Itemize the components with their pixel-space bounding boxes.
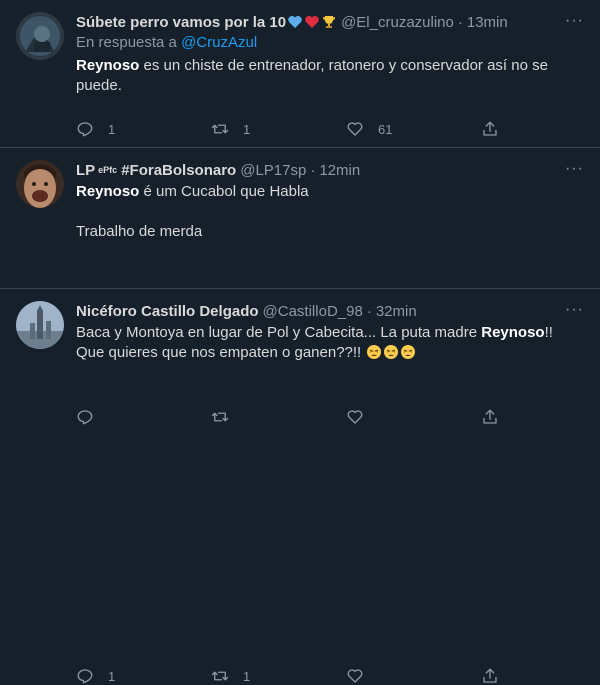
heart-icon: [347, 122, 363, 136]
tweet[interactable]: LP ePfc #ForaBolsonaro @LP17sp · 12min R…: [0, 148, 600, 425]
share-button[interactable]: [481, 667, 499, 685]
replying-to: En respuesta a @CruzAzul: [76, 34, 584, 54]
reply-count: 1: [108, 121, 116, 137]
separator-dot: ·: [310, 161, 316, 179]
reply-count: 1: [108, 668, 116, 684]
name-hashtag[interactable]: #ForaBolsonaro: [121, 162, 236, 179]
tweet[interactable]: Nicéforo Castillo Delgado @CastilloD_98 …: [0, 289, 600, 684]
bold-mention: Reynoso: [76, 183, 140, 200]
blue-heart-icon: [288, 16, 302, 28]
tired-face-icon: [367, 345, 382, 359]
tweet-text: Baca y Montoya en lugar de Pol y Cabecit…: [76, 323, 584, 363]
retweet-icon: [211, 124, 229, 134]
text-start: Baca y Montoya en lugar de Pol y Cabecit…: [76, 324, 482, 341]
like-count: 61: [378, 121, 393, 137]
name-superscript: ePfc: [98, 165, 118, 175]
red-heart-icon: [305, 16, 319, 28]
display-name[interactable]: Súbete perro vamos por la 10: [76, 14, 286, 31]
separator-dot: ·: [366, 302, 372, 320]
retweet-button[interactable]: 1: [211, 667, 346, 685]
trophy-icon: [323, 16, 336, 28]
share-button[interactable]: [481, 120, 499, 138]
retweet-button[interactable]: [211, 408, 346, 426]
share-icon: [483, 409, 497, 424]
replying-prefix: En respuesta a: [76, 34, 177, 51]
handle[interactable]: @LP17sp: [240, 162, 306, 179]
retweet-icon: [211, 671, 229, 681]
tweet-actions: [76, 408, 584, 426]
retweet-count: 1: [243, 121, 251, 137]
bold-mention: Reynoso: [76, 57, 140, 74]
avatar[interactable]: [16, 12, 64, 60]
tweet-actions: 1 1: [76, 667, 584, 685]
tweet-actions: 1 1 61: [76, 120, 584, 138]
bold-mention: Reynoso: [481, 324, 545, 341]
more-options-icon[interactable]: ···: [565, 12, 584, 30]
tweet-text: Reynoso es un chiste de entrenador, rato…: [76, 56, 584, 96]
display-name[interactable]: LP: [76, 162, 95, 179]
avatar[interactable]: [16, 301, 64, 349]
more-options-icon[interactable]: ···: [565, 160, 584, 178]
share-icon: [483, 121, 497, 136]
like-button[interactable]: [346, 408, 481, 426]
share-button[interactable]: [481, 408, 499, 426]
share-icon: [483, 668, 497, 683]
retweet-button[interactable]: 1: [211, 120, 346, 138]
tired-face-icon: [401, 345, 416, 359]
like-button[interactable]: 61: [346, 120, 481, 138]
timestamp[interactable]: 12min: [319, 162, 360, 179]
reply-icon: [77, 122, 93, 137]
text-second-line: Trabalho de merda: [76, 223, 203, 240]
reply-button[interactable]: 1: [76, 120, 211, 138]
reply-icon: [77, 410, 93, 425]
reply-button[interactable]: [76, 408, 211, 426]
tweet[interactable]: Súbete perro vamos por la 10 @El_cruzazu…: [0, 0, 600, 148]
handle[interactable]: @CastilloD_98: [263, 303, 363, 320]
more-options-icon[interactable]: ···: [565, 301, 584, 319]
retweet-icon: [211, 412, 229, 422]
separator-dot: ·: [457, 13, 463, 31]
timestamp[interactable]: 13min: [467, 14, 508, 31]
avatar[interactable]: [16, 160, 64, 208]
replying-to-link[interactable]: @CruzAzul: [181, 34, 257, 51]
retweet-count: 1: [243, 668, 251, 684]
reply-icon: [77, 669, 93, 684]
reply-button[interactable]: 1: [76, 667, 211, 685]
text-rest: es un chiste de entrenador, ratonero y c…: [76, 57, 548, 94]
display-name[interactable]: Nicéforo Castillo Delgado: [76, 303, 259, 320]
tweet-text: Reynoso é um Cucabol que Habla Trabalho …: [76, 182, 584, 242]
tired-face-icon: [384, 345, 399, 359]
handle[interactable]: @El_cruzazulino: [341, 14, 454, 31]
text-rest: é um Cucabol que Habla: [139, 183, 309, 200]
timestamp[interactable]: 32min: [376, 303, 417, 320]
heart-icon: [347, 669, 363, 683]
heart-icon: [347, 410, 363, 424]
like-button[interactable]: [346, 667, 481, 685]
